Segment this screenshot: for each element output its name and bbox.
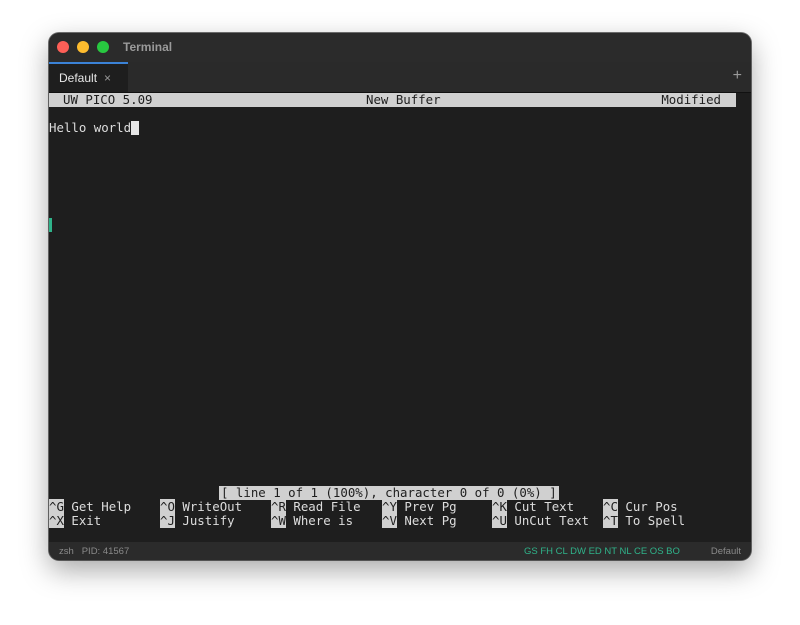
tab-bar: Default × + xyxy=(49,62,751,93)
shortcut-get-help: ^G Get Help xyxy=(49,499,132,514)
shortcut-label: Read File xyxy=(293,499,361,514)
shortcut-key: ^Y xyxy=(382,499,397,514)
shortcut-uncut-text: ^U UnCut Text xyxy=(492,513,589,528)
shortcut-label: Prev Pg xyxy=(404,499,457,514)
text-content: Hello world xyxy=(49,120,132,135)
title-bar[interactable]: Terminal xyxy=(49,33,751,62)
scroll-marker xyxy=(49,218,52,232)
text-line[interactable]: Hello world xyxy=(49,120,140,135)
shortcut-to-spell: ^T To Spell xyxy=(603,513,686,528)
shortcut-cut-text: ^K Cut Text xyxy=(492,499,575,514)
profile-name[interactable]: Default xyxy=(711,546,741,557)
status-footer: zsh PID: 41567 GS FH CL DW ED NT NL CE O… xyxy=(49,542,751,560)
shortcut-key: ^U xyxy=(492,513,507,528)
shortcut-label: WriteOut xyxy=(182,499,243,514)
shortcut-key: ^C xyxy=(603,499,618,514)
pico-header-bar: UW PICO 5.09 New Buffer Modified xyxy=(49,93,736,107)
shortcut-prev-pg: ^Y Prev Pg xyxy=(382,499,457,514)
shortcut-label: UnCut Text xyxy=(514,513,589,528)
shell-name: zsh xyxy=(59,546,74,557)
shortcut-key: ^O xyxy=(160,499,175,514)
shortcut-label: Next Pg xyxy=(404,513,457,528)
shortcut-label: Justify xyxy=(182,513,235,528)
maximize-window-button[interactable] xyxy=(97,41,109,53)
shortcut-label: Exit xyxy=(71,513,102,528)
tab-default[interactable]: Default × xyxy=(49,62,128,92)
modified-indicator: Modified xyxy=(661,92,721,107)
shortcut-key: ^T xyxy=(603,513,618,528)
shortcut-label: Cur Pos xyxy=(625,499,678,514)
close-icon[interactable]: × xyxy=(104,71,111,85)
terminal-window: Terminal Default × + UW PICO 5.09 New Bu… xyxy=(49,33,751,560)
shortcut-label: To Spell xyxy=(625,513,686,528)
shortcut-key: ^J xyxy=(160,513,175,528)
shortcut-key: ^K xyxy=(492,499,507,514)
terminal-content[interactable]: UW PICO 5.09 New Buffer Modified Hello w… xyxy=(49,93,751,542)
shortcut-key: ^R xyxy=(271,499,286,514)
shortcut-exit: ^X Exit xyxy=(49,513,102,528)
shortcut-key: ^V xyxy=(382,513,397,528)
tab-label: Default xyxy=(59,71,98,85)
shortcut-read-file: ^R Read File xyxy=(271,499,361,514)
close-window-button[interactable] xyxy=(57,41,69,53)
shortcut-where-is: ^W Where is xyxy=(271,513,354,528)
terminal-flags: GS FH CL DW ED NT NL CE OS BO xyxy=(524,546,680,557)
editor-version: UW PICO 5.09 xyxy=(63,92,153,107)
process-id: PID: 41567 xyxy=(81,546,130,557)
shortcut-key: ^W xyxy=(271,513,286,528)
shortcut-label: Cut Text xyxy=(514,499,575,514)
shortcut-cur-pos: ^C Cur Pos xyxy=(603,499,678,514)
shortcut-justify: ^J Justify xyxy=(160,513,235,528)
minimize-window-button[interactable] xyxy=(77,41,89,53)
shortcut-key: ^X xyxy=(49,513,64,528)
status-line: [ line 1 of 1 (100%), character 0 of 0 (… xyxy=(219,485,559,500)
new-tab-button[interactable]: + xyxy=(733,67,742,85)
shortcut-label: Where is xyxy=(293,513,354,528)
shell-info: zsh PID: 41567 xyxy=(59,546,129,557)
shortcut-key: ^G xyxy=(49,499,64,514)
shortcut-writeout: ^O WriteOut xyxy=(160,499,243,514)
text-cursor xyxy=(131,121,140,135)
shortcut-label: Get Help xyxy=(71,499,132,514)
window-title: Terminal xyxy=(123,40,173,54)
buffer-name: New Buffer xyxy=(366,92,441,107)
shortcut-next-pg: ^V Next Pg xyxy=(382,513,457,528)
